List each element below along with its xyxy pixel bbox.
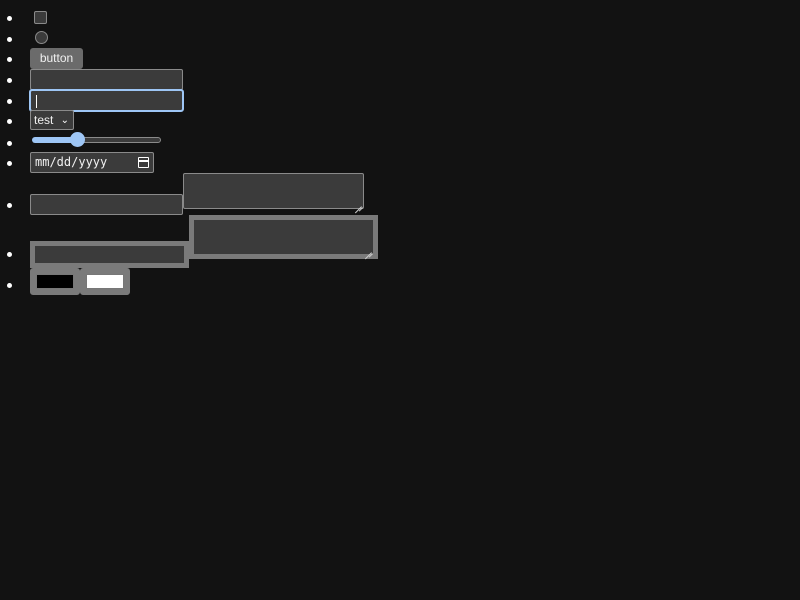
select-value: test <box>34 113 54 127</box>
text-input-focused[interactable] <box>29 89 184 112</box>
textarea[interactable] <box>183 173 364 209</box>
thick-border-textarea[interactable] <box>189 215 378 259</box>
color-swatch <box>86 274 124 289</box>
date-input[interactable]: mm/dd/yyyy <box>30 152 154 173</box>
resize-grip-icon[interactable] <box>355 200 362 207</box>
list-bullet <box>7 78 12 83</box>
calendar-icon[interactable] <box>138 157 149 168</box>
slider-track <box>77 137 161 143</box>
list-bullet <box>7 283 12 288</box>
color-picker-black[interactable] <box>30 268 80 295</box>
text-input[interactable] <box>30 69 183 90</box>
resize-grip-icon[interactable] <box>365 246 372 253</box>
list-bullet <box>7 252 12 257</box>
list-bullet <box>7 119 12 124</box>
text-caret <box>36 95 37 108</box>
list-bullet <box>7 203 12 208</box>
chevron-down-icon: ⌄ <box>60 115 69 126</box>
date-placeholder: mm/dd/yyyy <box>35 155 108 169</box>
generic-button[interactable]: button <box>30 48 83 69</box>
text-input-2[interactable] <box>30 194 183 215</box>
thick-border-input[interactable] <box>30 241 189 268</box>
controls-list: button test ⌄ mm/dd/yyyy <box>0 0 800 600</box>
color-picker-white[interactable] <box>80 268 130 295</box>
select-dropdown[interactable]: test ⌄ <box>30 110 74 130</box>
list-bullet <box>7 161 12 166</box>
range-slider[interactable] <box>32 131 161 149</box>
list-bullet <box>7 37 12 42</box>
list-bullet <box>7 57 12 62</box>
checkbox[interactable] <box>34 11 47 24</box>
list-bullet <box>7 141 12 146</box>
list-bullet <box>7 16 12 21</box>
color-swatch <box>36 274 74 289</box>
radio-button[interactable] <box>35 31 48 44</box>
list-bullet <box>7 99 12 104</box>
slider-thumb[interactable] <box>69 132 85 147</box>
